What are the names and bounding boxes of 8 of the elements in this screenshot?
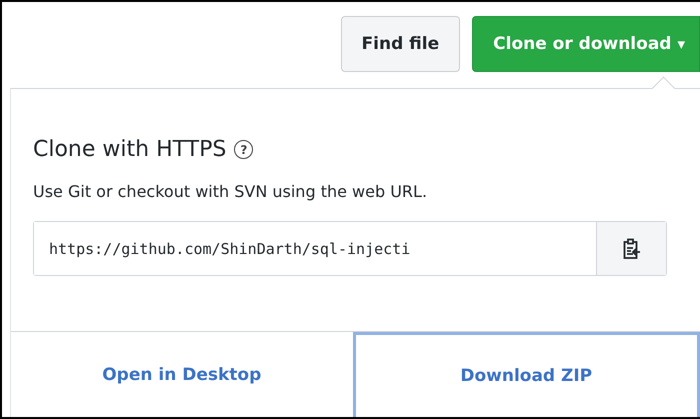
help-icon[interactable]: ? [234,140,254,159]
copy-button[interactable] [596,222,666,275]
clipboard-icon [622,238,640,260]
description-text: Use Git or checkout with SVN using the web URL. [33,182,428,201]
find-file-button[interactable]: Find file [340,16,460,72]
download-zip-button[interactable]: Download ZIP [352,332,700,417]
panel-title: Clone with HTTPS [33,137,226,162]
url-field[interactable]: https://github.com/ShinDarth/sql-injecti [33,221,667,276]
